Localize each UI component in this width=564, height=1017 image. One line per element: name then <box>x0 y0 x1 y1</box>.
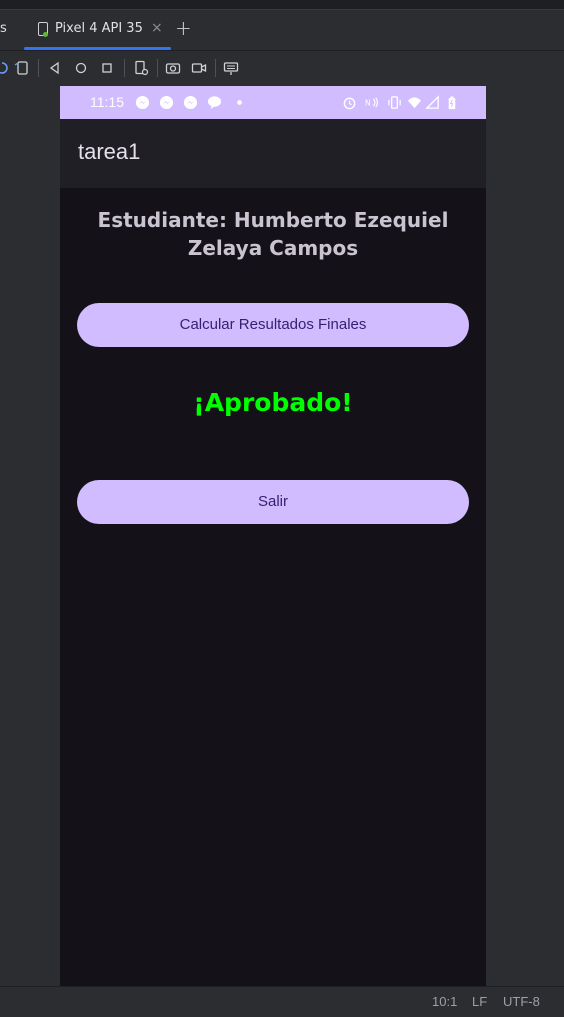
signal-icon <box>425 95 439 109</box>
toolbar-separator <box>157 59 158 77</box>
alarm-icon <box>343 97 356 110</box>
device-frame-icon[interactable] <box>14 60 30 76</box>
editor-tab-bar: s Pixel 4 API 35 × + <box>0 10 564 51</box>
vibrate-icon <box>388 96 401 109</box>
tab-pixel-4-api-35[interactable]: Pixel 4 API 35 × <box>24 10 171 50</box>
calculate-results-button[interactable]: Calcular Resultados Finales <box>77 303 469 347</box>
overview-icon[interactable] <box>99 60 115 76</box>
android-status-bar: 11:15 N <box>60 86 486 119</box>
active-tab-indicator <box>24 47 171 50</box>
screen-record-icon[interactable] <box>191 60 207 76</box>
messenger-icon <box>135 95 150 110</box>
app-title: tarea1 <box>78 139 141 164</box>
battery-icon <box>448 96 456 110</box>
toolbar-separator <box>38 59 39 77</box>
student-name-label: Estudiante: Humberto Ezequiel Zelaya Cam… <box>97 208 449 260</box>
running-dot-icon <box>43 32 48 37</box>
result-text: ¡Aprobado! <box>193 388 353 417</box>
tab-partial-label[interactable]: s <box>0 21 7 36</box>
wifi-icon <box>407 97 422 109</box>
ide-editor-background <box>0 86 60 986</box>
emulator-screen[interactable]: 11:15 N tarea1 Estudiante: Humberto Ezeq… <box>60 86 486 986</box>
messenger-icon <box>159 95 174 110</box>
keyboard-icon[interactable] <box>223 60 239 76</box>
app-top-bar: tarea1 <box>60 119 486 188</box>
ide-editor-background <box>486 86 564 986</box>
status-time: 11:15 <box>90 94 124 110</box>
nfc-icon: N <box>365 97 378 108</box>
svg-text:N: N <box>365 98 371 107</box>
add-tab-icon[interactable]: + <box>175 16 192 40</box>
tab-label: Pixel 4 API 35 <box>55 21 143 36</box>
home-icon[interactable] <box>73 60 89 76</box>
camera-icon[interactable] <box>165 60 181 76</box>
cursor-position[interactable]: 10:1 <box>432 994 457 1009</box>
device-icon <box>38 22 48 37</box>
ide-title-strip <box>0 0 564 10</box>
toolbar-separator <box>215 59 216 77</box>
file-encoding[interactable]: UTF-8 <box>503 994 540 1009</box>
rotate-icon[interactable] <box>0 60 10 76</box>
exit-button[interactable]: Salir <box>77 480 469 524</box>
dot-icon <box>237 100 242 105</box>
emulator-toolbar <box>0 51 564 85</box>
messenger-icon <box>183 95 198 110</box>
line-separator[interactable]: LF <box>472 994 487 1009</box>
chat-bubble-icon <box>207 96 222 110</box>
close-icon[interactable]: × <box>151 20 163 36</box>
toolbar-separator <box>124 59 125 77</box>
device-settings-icon[interactable] <box>133 60 149 76</box>
ide-status-bar: 10:1 LF UTF-8 <box>0 986 564 1017</box>
back-icon[interactable] <box>47 60 63 76</box>
